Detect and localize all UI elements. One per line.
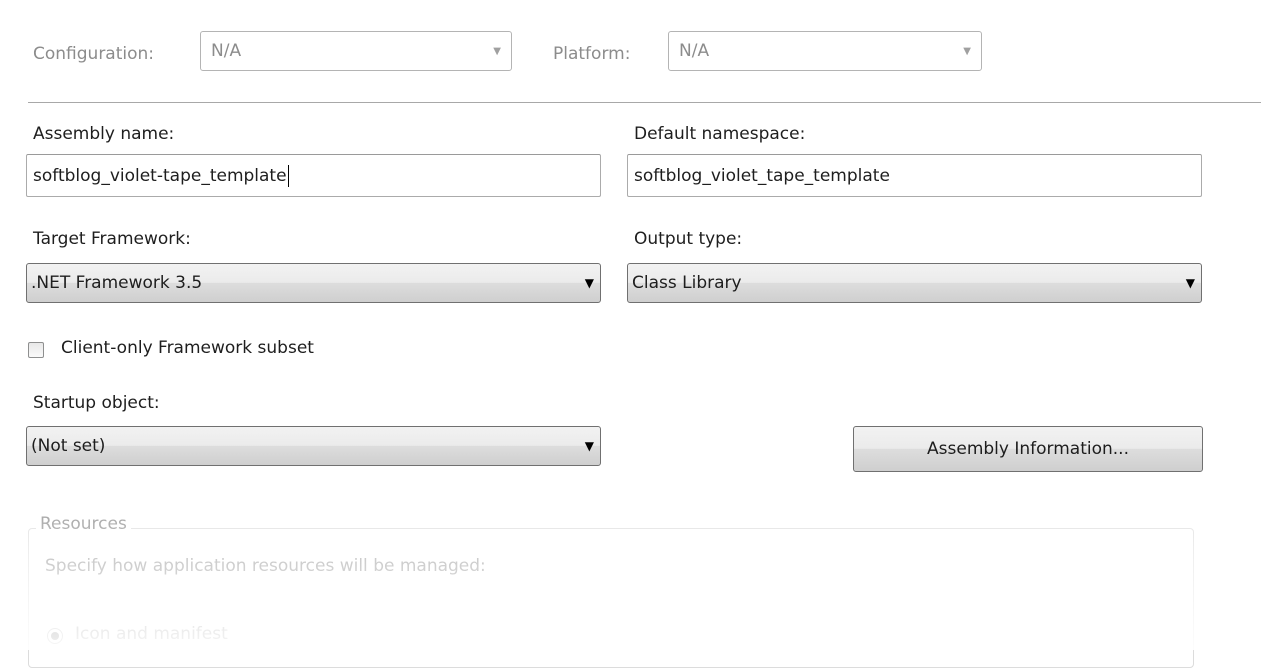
output-type-value: Class Library xyxy=(632,273,742,293)
text-caret xyxy=(287,164,289,187)
resources-description: Specify how application resources will b… xyxy=(45,556,486,576)
separator xyxy=(28,102,1261,103)
default-namespace-label: Default namespace: xyxy=(634,124,806,144)
icon-manifest-radio[interactable] xyxy=(47,628,63,644)
chevron-down-icon: ▼ xyxy=(493,45,501,57)
startup-object-dropdown[interactable]: (Not set) ▼ xyxy=(26,426,601,466)
configuration-select[interactable]: N/A ▼ xyxy=(200,31,512,71)
chevron-down-icon: ▼ xyxy=(584,439,594,453)
chevron-down-icon: ▼ xyxy=(963,45,971,57)
assembly-information-button[interactable]: Assembly Information... xyxy=(853,426,1203,472)
assembly-name-input[interactable]: softblog_violet-tape_template xyxy=(26,154,601,197)
target-framework-label: Target Framework: xyxy=(33,229,191,249)
icon-manifest-label[interactable]: Icon and manifest xyxy=(75,624,228,644)
resources-group xyxy=(28,528,1194,668)
chevron-down-icon: ▼ xyxy=(584,276,594,290)
default-namespace-input[interactable]: softblog_violet_tape_template xyxy=(627,154,1202,197)
assembly-name-value: softblog_violet-tape_template xyxy=(33,165,287,186)
startup-object-label: Startup object: xyxy=(33,393,160,413)
configuration-value: N/A xyxy=(211,41,242,61)
platform-label: Platform: xyxy=(553,44,631,64)
target-framework-value: .NET Framework 3.5 xyxy=(31,273,203,293)
output-type-dropdown[interactable]: Class Library ▼ xyxy=(627,263,1202,303)
configuration-label: Configuration: xyxy=(33,44,155,64)
output-type-label: Output type: xyxy=(634,229,743,249)
assembly-name-label: Assembly name: xyxy=(33,124,175,144)
radio-selected-icon xyxy=(51,632,59,640)
default-namespace-value: softblog_violet_tape_template xyxy=(634,165,890,186)
chevron-down-icon: ▼ xyxy=(1185,276,1195,290)
startup-object-value: (Not set) xyxy=(31,436,106,456)
target-framework-dropdown[interactable]: .NET Framework 3.5 ▼ xyxy=(26,263,601,303)
client-only-label[interactable]: Client-only Framework subset xyxy=(61,338,314,358)
resources-title: Resources xyxy=(36,514,131,534)
platform-value: N/A xyxy=(679,41,710,61)
platform-select[interactable]: N/A ▼ xyxy=(668,31,982,71)
client-only-checkbox[interactable] xyxy=(28,342,44,358)
